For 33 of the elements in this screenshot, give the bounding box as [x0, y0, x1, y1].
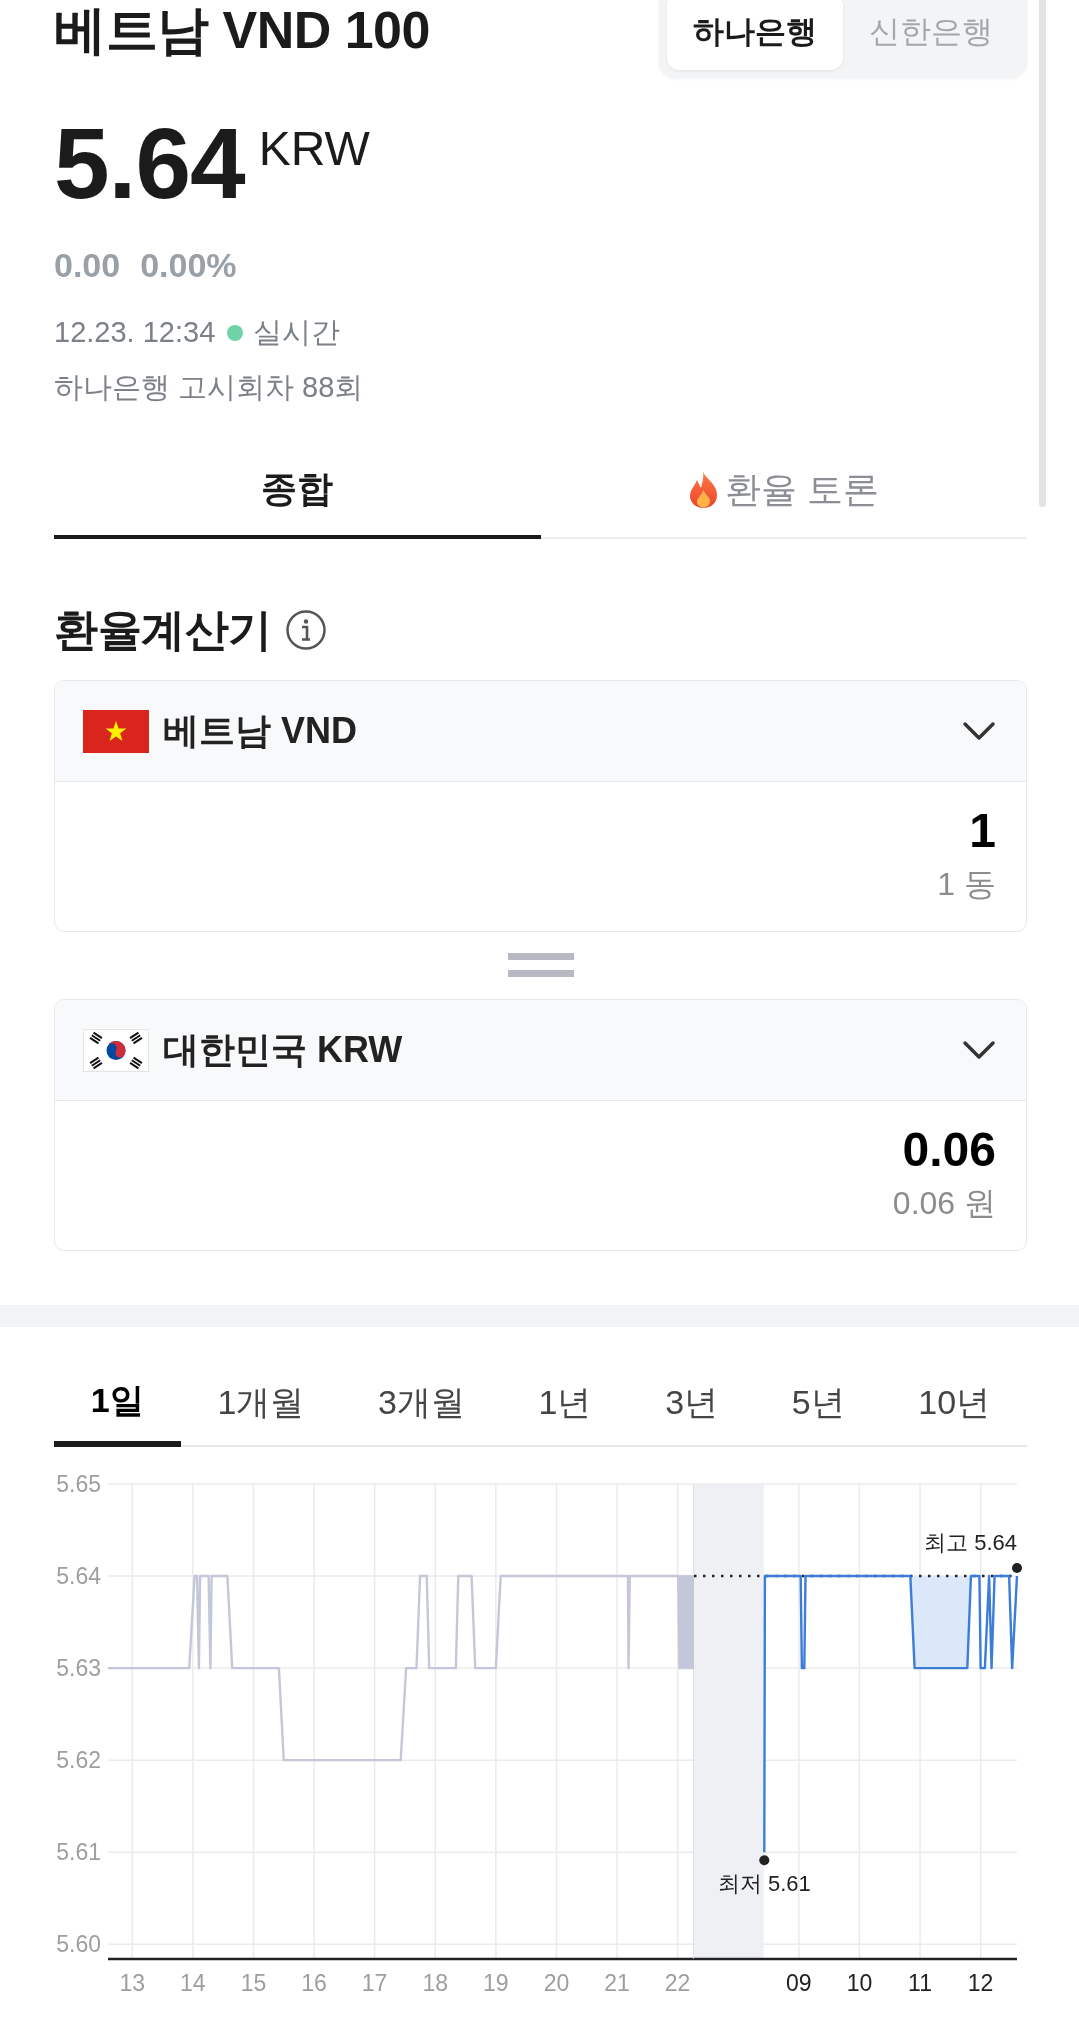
update-time: 12.23. 12:34 — [54, 318, 216, 347]
live-label: 실시간 — [253, 318, 341, 347]
currency-unit: KRW — [258, 125, 370, 173]
x-axis-label: 14 — [180, 1970, 206, 1996]
y-axis-label: 5.60 — [56, 1931, 101, 1958]
x-axis-label: 13 — [119, 1970, 146, 1996]
high-label: 최고 5.64 — [924, 1529, 1017, 1555]
page-title: 베트남 VND 100 — [54, 0, 430, 60]
notice-text: 하나은행 고시회차 88회 — [54, 373, 365, 402]
x-axis-label: 19 — [483, 1970, 509, 1996]
x-axis-label: 18 — [422, 1970, 449, 1996]
x-axis-label: 16 — [301, 1970, 327, 1996]
section-heading: 환율계산기 — [54, 608, 272, 652]
x-axis-label: 12 — [967, 1970, 994, 1996]
amount-text: 0.06 원 — [892, 1187, 996, 1219]
low-label: 최저 5.61 — [717, 1870, 811, 1896]
y-axis-label: 5.63 — [56, 1655, 101, 1682]
change-value: 0.00 — [54, 248, 121, 282]
x-axis-label: 10 — [846, 1970, 873, 1996]
x-axis-label: 21 — [604, 1970, 630, 1996]
y-axis-label: 5.62 — [56, 1747, 101, 1774]
y-axis-label: 5.65 — [56, 1471, 101, 1497]
x-axis-label: 22 — [664, 1970, 691, 1996]
amount-text: 1 동 — [937, 868, 996, 900]
x-axis-label: 20 — [543, 1970, 570, 1996]
y-axis-label: 5.64 — [56, 1563, 101, 1590]
y-axis-label: 5.61 — [56, 1839, 101, 1866]
x-axis-label: 17 — [361, 1970, 388, 1996]
rate-value: 5.64 — [54, 113, 245, 213]
x-axis-label: 09 — [786, 1970, 812, 1996]
change-percent: 0.00% — [140, 248, 237, 282]
x-axis-label: 11 — [908, 1970, 932, 1996]
x-axis-label: 15 — [240, 1970, 267, 1996]
